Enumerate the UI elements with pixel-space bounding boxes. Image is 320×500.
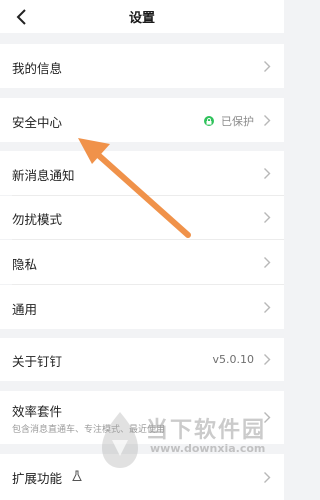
row-label: 关于钉钉: [12, 354, 63, 369]
row-label: 勿扰模式: [12, 212, 63, 227]
chevron-right-icon: [264, 212, 271, 223]
chevron-right-icon: [264, 168, 271, 179]
settings-row-general[interactable]: 通用: [0, 285, 284, 329]
settings-row-notifications[interactable]: 新消息通知: [0, 151, 284, 195]
settings-row-do-not-disturb[interactable]: 勿扰模式: [0, 196, 284, 239]
row-label: 效率套件: [12, 404, 63, 419]
page-title: 设置: [128, 11, 155, 26]
chevron-right-icon: [264, 257, 271, 268]
settings-row-privacy[interactable]: 隐私: [0, 240, 284, 284]
watermark-name: 当下软件园: [146, 418, 267, 443]
chevron-right-icon: [264, 61, 271, 72]
watermark: 当下软件园 www.downxia.com: [98, 408, 284, 488]
row-label: 扩展功能: [12, 471, 63, 486]
row-label: 我的信息: [12, 61, 63, 76]
row-label: 隐私: [12, 257, 38, 272]
security-status-text: 已保护: [221, 115, 254, 128]
chevron-right-icon: [264, 354, 271, 365]
settings-row-about[interactable]: 关于钉钉 v5.0.10: [0, 338, 284, 381]
chevron-right-icon: [264, 302, 271, 313]
watermark-logo: [102, 412, 138, 468]
watermark-url: www.downxia.com: [150, 442, 266, 455]
top-bar: 设置: [0, 0, 284, 33]
row-label: 新消息通知: [12, 168, 75, 183]
row-label: 安全中心: [12, 115, 63, 130]
flask-icon: [72, 470, 82, 481]
lock-icon: [204, 116, 214, 126]
settings-row-security-center[interactable]: 安全中心 已保护: [0, 98, 284, 142]
chevron-right-icon: [264, 115, 271, 126]
security-status: 已保护: [204, 113, 254, 129]
row-label: 通用: [12, 302, 38, 317]
settings-row-my-info[interactable]: 我的信息: [0, 44, 284, 88]
version-text: v5.0.10: [212, 353, 255, 366]
